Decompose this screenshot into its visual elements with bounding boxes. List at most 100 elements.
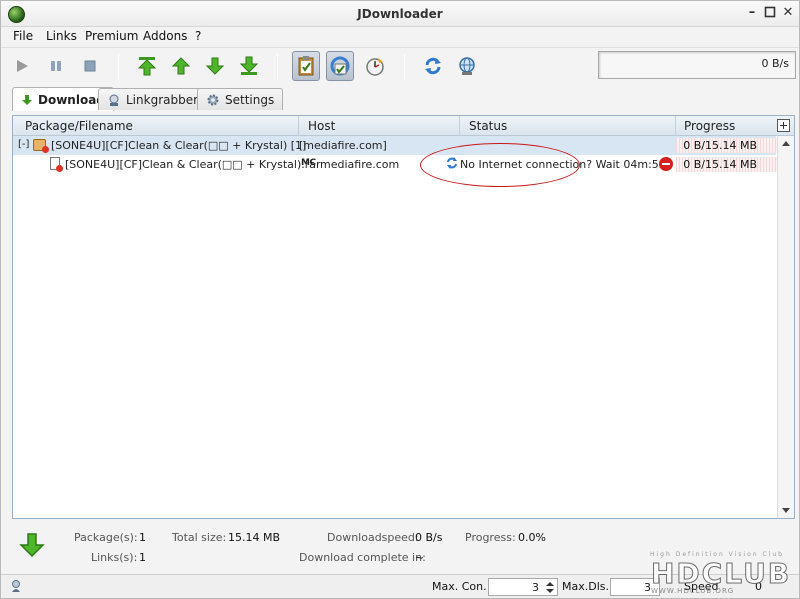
stopwatch-icon <box>366 58 384 76</box>
column-header-host[interactable]: Host <box>308 119 335 133</box>
progress-value: 0.0% <box>518 531 546 544</box>
move-bottom-icon <box>239 56 259 75</box>
total-size-value: 15.14 MB <box>228 531 281 544</box>
title-bar: JDownloader – ✕ <box>1 1 799 27</box>
move-up-button[interactable] <box>167 51 195 81</box>
clipboard-icon <box>298 56 314 76</box>
tab-linkgrabber[interactable]: Linkgrabber <box>98 88 208 110</box>
toolbar: 0 B/s <box>1 47 799 85</box>
column-chooser-icon[interactable] <box>777 119 790 132</box>
max-con-value: 3 <box>532 581 539 594</box>
watermark-logo: HDCLUB <box>650 557 792 591</box>
host-logo: MC <box>301 158 316 168</box>
scroll-up-icon[interactable] <box>782 141 790 146</box>
package-name: [SONE4U][CF]Clean & Clear(□□ + Krystal) … <box>51 139 307 152</box>
tab-download-label: Download <box>38 92 105 107</box>
menu-links[interactable]: Links <box>46 29 77 43</box>
menu-premium[interactable]: Premium <box>85 29 138 43</box>
package-progress-bar: 0 B/15.14 MB <box>676 138 777 153</box>
spin-up-icon[interactable] <box>546 582 554 586</box>
column-header-filename[interactable]: Package/Filename <box>25 119 133 133</box>
move-top-button[interactable] <box>133 51 161 81</box>
premium-status-icon[interactable] <box>10 579 24 593</box>
column-divider[interactable] <box>459 116 460 136</box>
complete-in-label: Download complete in: <box>299 551 426 564</box>
pause-icon <box>51 61 61 71</box>
pause-button[interactable] <box>42 51 70 81</box>
max-con-label: Max. Con. <box>432 580 487 593</box>
file-host: mediafire.com <box>320 158 400 171</box>
file-name: [SONE4U][CF]Clean & Clear(□□ + Krystal).… <box>65 158 321 171</box>
start-button[interactable] <box>8 51 36 81</box>
menu-addons[interactable]: Addons <box>143 29 187 43</box>
package-host: [mediafire.com] <box>299 139 387 152</box>
speed-meter-value: 0 B/s <box>761 57 789 70</box>
max-con-spinner[interactable]: 3 <box>488 578 558 596</box>
move-down-button[interactable] <box>201 51 229 81</box>
tab-settings[interactable]: Settings <box>197 88 284 110</box>
play-icon <box>17 60 28 72</box>
gear-icon <box>207 94 219 105</box>
menu-bar: File Links Premium Addons ? <box>1 27 799 47</box>
speed-limit-button[interactable] <box>361 51 389 81</box>
minimize-icon[interactable]: – <box>745 6 759 20</box>
tab-settings-label: Settings <box>225 92 275 107</box>
package-progress-text: 0 B/15.14 MB <box>683 139 757 152</box>
move-top-icon <box>137 57 157 76</box>
packages-count: 1 <box>139 531 146 544</box>
menu-help[interactable]: ? <box>195 29 201 43</box>
toolbar-separator <box>277 54 278 80</box>
spin-down-icon[interactable] <box>546 589 554 593</box>
reconnect-button[interactable] <box>419 51 447 81</box>
download-status-icon <box>19 533 45 558</box>
max-dls-label: Max.Dls. <box>562 580 609 593</box>
column-divider[interactable] <box>675 116 676 136</box>
linkgrabber-icon <box>109 94 119 106</box>
table-row-package[interactable]: [-] [SONE4U][CF]Clean & Clear(□□ + Kryst… <box>13 136 777 155</box>
progress-label: Progress: <box>465 531 516 544</box>
window-title: JDownloader <box>357 7 443 21</box>
file-progress-text: 0 B/15.14 MB <box>683 158 757 171</box>
file-progress-bar: 0 B/15.14 MB <box>676 157 777 172</box>
stop-square-icon <box>84 60 96 72</box>
toolbar-separator <box>118 54 119 80</box>
app-window: JDownloader – ✕ File Links Premium Addon… <box>0 0 800 599</box>
auto-reconnect-button[interactable] <box>326 51 354 81</box>
annotation-circle <box>420 143 580 187</box>
links-count: 1 <box>139 551 146 564</box>
package-icon <box>33 139 49 153</box>
stop-icon <box>659 157 673 171</box>
maximize-icon[interactable] <box>763 6 777 20</box>
speed-meter: 0 B/s <box>598 51 796 79</box>
table-scrollbar[interactable] <box>777 136 794 518</box>
max-dls-value: 3 <box>644 581 651 594</box>
table-header: Package/Filename Host Status Progress <box>13 116 794 136</box>
main-tabs: Download Linkgrabber Settings <box>1 87 799 111</box>
scroll-down-icon[interactable] <box>782 508 790 513</box>
arrow-up-icon <box>171 57 191 75</box>
reconnect-check-icon <box>330 56 350 76</box>
complete-in-value: ~ <box>415 551 425 564</box>
column-divider[interactable] <box>298 116 299 136</box>
watermark-url: WWW.HDCLUB.ORG <box>651 587 735 595</box>
update-button[interactable] <box>453 51 481 81</box>
stop-button[interactable] <box>76 51 104 81</box>
table-row-file[interactable]: [SONE4U][CF]Clean & Clear(□□ + Krystal).… <box>13 155 777 174</box>
column-header-progress[interactable]: Progress <box>684 119 735 133</box>
clipboard-observer-button[interactable] <box>292 51 320 81</box>
tab-linkgrabber-label: Linkgrabber <box>126 92 199 107</box>
collapse-toggle[interactable]: [-] <box>18 139 29 150</box>
arrow-down-icon <box>205 57 225 75</box>
column-header-status[interactable]: Status <box>469 119 507 133</box>
toolbar-separator <box>404 54 405 80</box>
downloadspeed-label: Downloadspeed: <box>327 531 419 544</box>
downloadspeed-value: 0 B/s <box>415 531 443 544</box>
move-bottom-button[interactable] <box>235 51 263 81</box>
close-icon[interactable]: ✕ <box>781 6 795 20</box>
links-label: Links(s): <box>91 551 138 564</box>
refresh-icon <box>425 57 441 75</box>
menu-file[interactable]: File <box>13 29 33 43</box>
download-arrow-icon <box>22 94 32 105</box>
total-size-label: Total size: <box>172 531 227 544</box>
download-table: Package/Filename Host Status Progress [-… <box>12 115 795 519</box>
